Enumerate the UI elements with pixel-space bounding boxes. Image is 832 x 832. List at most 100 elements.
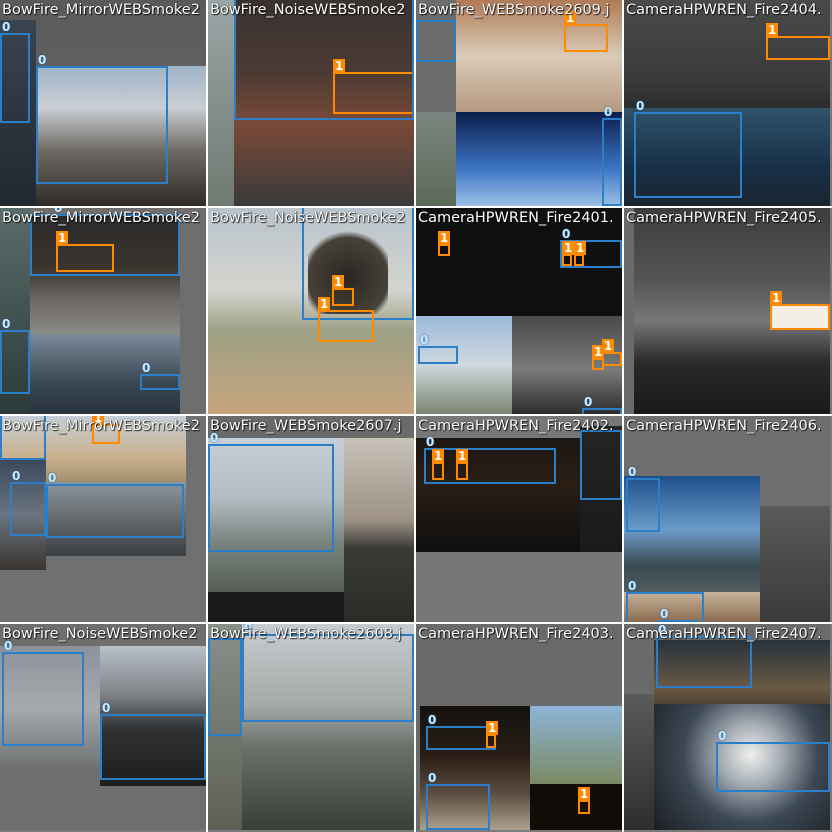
smoke-box: 0 [46,471,184,538]
grid-divider [0,414,832,416]
tile-title: BowFire_NoiseWEBSmoke2 [2,626,198,642]
box-label: 0 [628,579,637,593]
fire-box: 1 [56,231,114,272]
box-label: 0 [636,99,645,113]
tile-title: BowFire_NoiseWEBSmoke2 [210,210,406,226]
tile-title: BowFire_WEBSmoke2609.j [418,2,610,18]
tile-title: BowFire_WEBSmoke2607.j [210,418,402,434]
fire-box: 1 [332,275,354,306]
box-label: 0 [562,227,571,241]
box-label: 1 [486,721,499,735]
box-label: 0 [38,53,47,67]
grid-divider [0,622,832,624]
tile-13[interactable]: 0 0 BowFire_NoiseWEBSmoke2 [0,624,206,830]
image-fragment [208,592,344,622]
image-fragment [760,506,830,622]
tile-title: BowFire_MirrorWEBSmoke2 [2,418,200,434]
fire-box: 1 [562,241,575,266]
tile-11[interactable]: 0 1 1 CameraHPWREN_Fire2402. [416,416,622,622]
grid-divider [414,0,416,832]
tile-10[interactable]: 0 BowFire_WEBSmoke2607.j [208,416,414,622]
tile-title: CameraHPWREN_Fire2404. [626,2,822,18]
tile-title: CameraHPWREN_Fire2405. [626,210,822,226]
box-label: 1 [456,449,469,463]
grid-divider [206,0,208,832]
image-fragment [208,0,234,206]
fire-box: 1 [574,241,587,266]
tile-2[interactable]: 1 BowFire_NoiseWEBSmoke2 [208,0,414,206]
smoke-box [208,638,242,736]
smoke-box: 0 [208,431,334,552]
image-fragment [416,316,512,414]
box-label: 1 [578,787,591,801]
fire-box: 1 [432,449,445,480]
image-fragment [624,694,654,830]
tile-title: CameraHPWREN_Fire2403. [418,626,614,642]
tile-9[interactable]: 0 1 0 0 BowFire_MirrorWEBSmoke2 [0,416,206,622]
box-label: 0 [428,713,437,727]
fire-box: 1 [766,23,830,60]
box-label: 0 [12,469,21,483]
smoke-box: 0 [0,20,30,123]
tile-title: BowFire_NoiseWEBSmoke2 [210,2,406,18]
box-label: 0 [428,771,437,785]
tile-6[interactable]: 0 1 1 BowFire_NoiseWEBSmoke2 [208,208,414,414]
image-fragment [530,706,622,784]
smoke-box [416,20,456,62]
tile-4[interactable]: 1 0 CameraHPWREN_Fire2404. [624,0,830,206]
fire-box: 1 [438,231,451,256]
fire-box: 1 [770,291,830,330]
box-label: 0 [102,701,111,715]
tile-5[interactable]: 0 1 0 0 BowFire_MirrorWEBSmoke2 [0,208,206,414]
fire-box: 1 [578,787,591,814]
grid-divider [0,206,832,208]
tile-15[interactable]: 0 1 0 1 CameraHPWREN_Fire2403. [416,624,622,830]
smoke-box: 0 [716,729,830,792]
smoke-box: 0 [140,361,180,390]
smoke-box: 0 [242,624,414,722]
tile-7[interactable]: 1 0 1 1 0 1 1 0 CameraHPWREN_Fire2401. [416,208,622,414]
tile-1[interactable]: 0 0 BowFire_MirrorWEBSmoke2 [0,0,206,206]
smoke-box: 0 [100,701,206,780]
smoke-box: 0 [10,469,46,536]
smoke-box: 0 [0,317,30,394]
box-label: 1 [56,231,69,245]
tile-title: BowFire_MirrorWEBSmoke2 [2,2,200,18]
tile-14[interactable]: 0 BowFire_WEBSmoke2608.j [208,624,414,830]
box-label: 0 [48,471,57,485]
box-label: 0 [2,20,11,34]
tile-12[interactable]: 0 0 0 CameraHPWREN_Fire2406. [624,416,830,622]
fire-box: 1 [318,297,374,342]
tile-title: CameraHPWREN_Fire2401. [418,210,614,226]
smoke-box: 0 [602,105,622,206]
box-label: 0 [604,105,613,119]
tile-8[interactable]: 1 CameraHPWREN_Fire2405. [624,208,830,414]
box-label: 0 [2,317,11,331]
box-label: 1 [438,231,451,245]
image-fragment [416,112,456,206]
image-fragment [456,112,622,206]
smoke-box: 0 [634,99,742,198]
tile-16[interactable]: 0 0 CameraHPWREN_Fire2407. [624,624,830,830]
tile-title: CameraHPWREN_Fire2407. [626,626,822,642]
tile-title: BowFire_MirrorWEBSmoke2 [2,210,200,226]
smoke-box: 0 [418,333,458,364]
mosaic-grid: 0 0 BowFire_MirrorWEBSmoke2 1 BowFire_No… [0,0,832,832]
box-label: 1 [574,241,587,255]
grid-divider [622,0,624,832]
box-label: 1 [562,241,575,255]
tile-title: CameraHPWREN_Fire2402. [418,418,614,434]
fire-box: 1 [602,339,622,366]
tile-3[interactable]: 1 0 BowFire_WEBSmoke2609.j [416,0,622,206]
tile-title: CameraHPWREN_Fire2406. [626,418,822,434]
smoke-box [580,430,622,500]
box-label: 0 [660,607,669,621]
box-label: 0 [584,395,593,409]
fire-box: 1 [486,721,499,748]
box-label: 0 [420,333,429,347]
box-label: 1 [318,297,331,311]
fire-box: 1 [564,11,608,52]
box-label: 1 [602,339,615,353]
image-fragment [624,208,634,414]
box-label: 1 [332,275,345,289]
